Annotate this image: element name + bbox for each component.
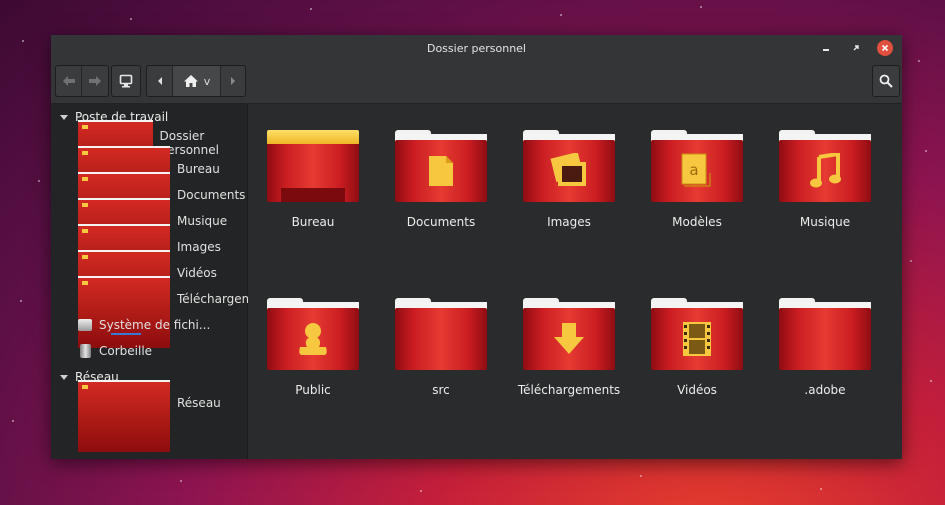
file-item-label: .adobe	[804, 383, 846, 397]
file-item-music[interactable]: Musique	[770, 104, 880, 234]
history-nav	[55, 65, 109, 97]
folder-icon	[779, 298, 871, 370]
file-item-desktop[interactable]: Bureau	[258, 104, 368, 234]
toolbar: v	[51, 61, 902, 104]
minimize-button[interactable]	[818, 40, 834, 56]
sidebar-item-label: Documents	[177, 188, 246, 202]
file-item-label: Vidéos	[677, 383, 717, 397]
file-item-label: Modèles	[672, 215, 722, 229]
file-item-pictures[interactable]: Images	[514, 104, 624, 234]
forward-arrow-icon	[89, 76, 101, 86]
file-manager-window: Dossier personnel v Poste de travail Dos…	[51, 35, 902, 459]
public-folder-icon	[267, 298, 359, 370]
folder-icon	[395, 298, 487, 370]
downloads-folder-icon	[78, 276, 170, 348]
home-path-button[interactable]: v	[173, 66, 221, 96]
search-group	[872, 65, 900, 97]
title-bar[interactable]: Dossier personnel	[51, 35, 902, 61]
file-item-label: Public	[295, 383, 331, 397]
minimize-icon	[823, 49, 829, 51]
file-item-label: Musique	[799, 215, 851, 229]
close-button[interactable]	[877, 40, 893, 56]
chevron-left-icon	[157, 77, 162, 85]
file-item-label: Téléchargements	[517, 383, 621, 397]
sidebar-item-filesystem[interactable]: Système de fichi...	[78, 315, 210, 335]
templates-folder-icon: a	[651, 130, 743, 202]
forward-button[interactable]	[82, 66, 108, 96]
path-bar: v	[146, 65, 246, 97]
svg-text:a: a	[689, 161, 698, 179]
file-item-documents[interactable]: Documents	[386, 104, 496, 234]
search-icon	[879, 74, 893, 88]
expand-triangle-icon	[60, 114, 68, 120]
location-label: v	[203, 74, 211, 88]
search-button[interactable]	[873, 66, 899, 96]
drive-icon	[78, 319, 92, 331]
sidebar-item-label: Réseau	[177, 396, 221, 410]
path-left-button[interactable]	[147, 66, 173, 96]
disk-usage-bar	[111, 333, 141, 335]
computer-group	[111, 65, 141, 97]
sidebar-item-label: Dossier personnel	[159, 129, 219, 157]
sidebar-item-label: Bureau	[177, 162, 220, 176]
file-view: Bureau Documents Images a Modèles Musiqu…	[248, 104, 902, 459]
maximize-icon	[853, 45, 859, 51]
sidebar-item-network[interactable]: Réseau	[78, 380, 221, 452]
file-item-downloads[interactable]: Téléchargements	[514, 272, 624, 402]
sidebar-item-label: Corbeille	[99, 344, 153, 358]
file-item-adobe[interactable]: .adobe	[770, 272, 880, 402]
network-folder-icon	[78, 380, 170, 452]
file-item-videos[interactable]: Vidéos	[642, 272, 752, 402]
file-item-label: Images	[547, 215, 591, 229]
path-right-button[interactable]	[221, 66, 245, 96]
sidebar: Poste de travail Dossier personnel Burea…	[51, 104, 279, 459]
trash-icon	[80, 344, 91, 358]
file-item-public[interactable]: Public	[258, 272, 368, 402]
sidebar-item-trash[interactable]: Corbeille	[78, 341, 152, 361]
desktop-folder-icon	[267, 130, 359, 202]
file-item-label: Documents	[406, 215, 476, 229]
chevron-right-icon	[231, 77, 235, 85]
file-item-templates[interactable]: a Modèles	[642, 104, 752, 234]
file-item-label: Bureau	[291, 215, 335, 229]
sidebar-item-label: Vidéos	[177, 266, 217, 280]
close-icon	[881, 44, 889, 52]
file-item-label: src	[432, 383, 450, 397]
back-button[interactable]	[56, 66, 82, 96]
music-folder-icon	[779, 130, 871, 202]
sidebar-item-label: Musique	[177, 214, 228, 228]
back-arrow-icon	[62, 76, 75, 86]
sidebar-item-label: Système de fichi...	[99, 318, 211, 332]
downloads-folder-icon	[523, 298, 615, 370]
file-item-src[interactable]: src	[386, 272, 496, 402]
videos-folder-icon	[651, 298, 743, 370]
sidebar-item-label: Images	[177, 240, 221, 254]
home-icon	[183, 75, 198, 87]
expand-triangle-icon	[60, 374, 68, 380]
window-title: Dossier personnel	[426, 41, 526, 55]
pictures-folder-icon	[523, 130, 615, 202]
computer-button[interactable]	[112, 66, 140, 96]
documents-folder-icon	[395, 130, 487, 202]
maximize-button[interactable]	[848, 40, 864, 56]
computer-icon	[119, 74, 133, 88]
